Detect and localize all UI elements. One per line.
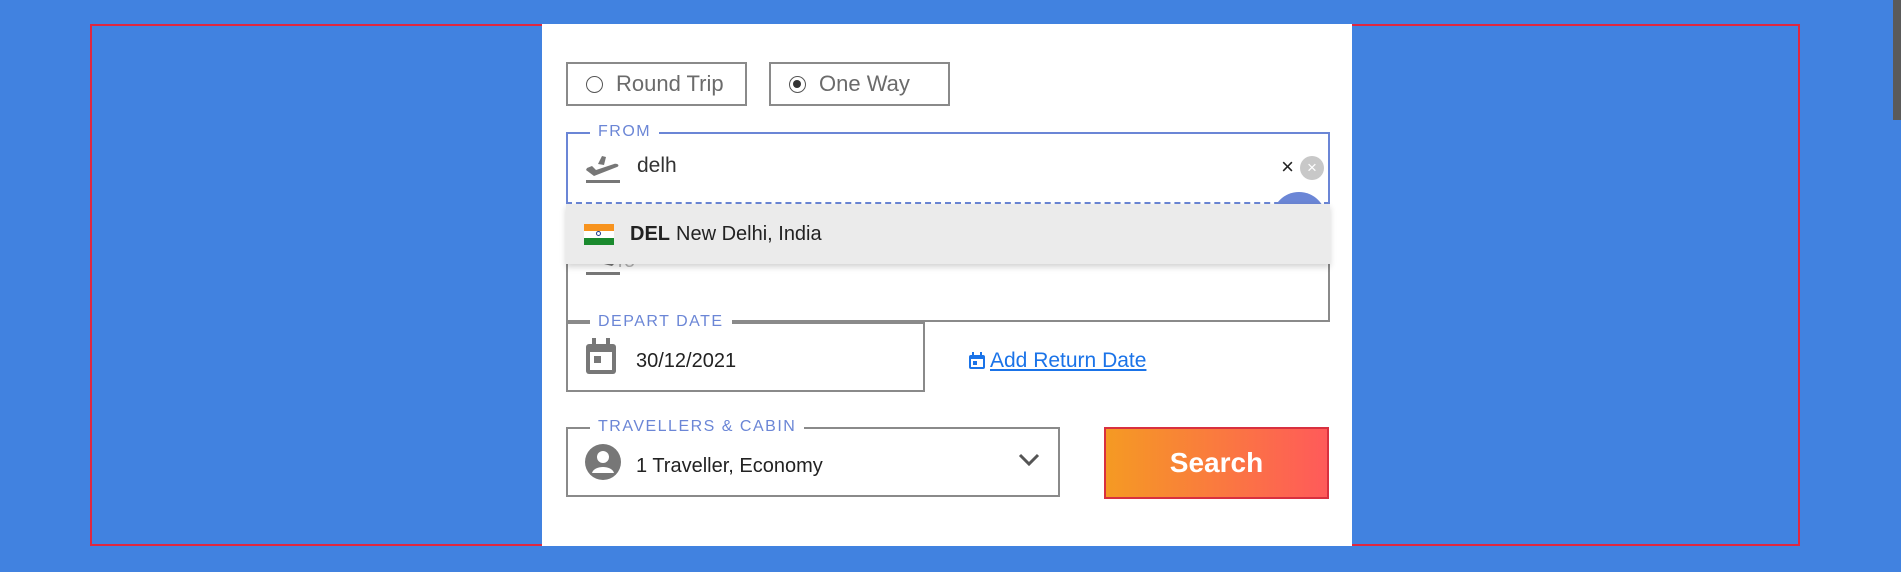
from-field[interactable]: FROM × ×	[566, 123, 1330, 204]
travellers-cabin-label: TRAVELLERS & CABIN	[590, 418, 805, 436]
chevron-down-icon[interactable]	[1018, 453, 1040, 467]
suggestion-code: DEL	[630, 222, 670, 245]
travellers-cabin-field[interactable]: TRAVELLERS & CABIN 1 Traveller, Economy	[566, 418, 1060, 497]
add-return-date-link[interactable]: Add Return Date	[968, 349, 1146, 373]
search-button[interactable]: Search	[1104, 427, 1329, 499]
one-way-radio[interactable]	[789, 75, 806, 93]
travellers-cabin-value: 1 Traveller, Economy	[636, 455, 823, 477]
one-way-label: One Way	[819, 71, 910, 96]
scrollbar[interactable]	[1893, 0, 1901, 120]
depart-date-field[interactable]: DEPART DATE 30/12/2021	[566, 313, 925, 392]
add-return-date-label: Add Return Date	[990, 349, 1147, 372]
calendar-icon	[586, 338, 616, 374]
suggestion-item[interactable]: DEL New Delhi, India	[566, 204, 1330, 264]
round-trip-option[interactable]: Round Trip	[566, 62, 747, 106]
clear-circle-icon[interactable]: ×	[1300, 156, 1324, 180]
suggestion-city: New Delhi, India	[676, 222, 822, 245]
depart-date-label: DEPART DATE	[590, 313, 732, 331]
calendar-small-icon	[969, 352, 985, 369]
india-flag-icon	[584, 223, 614, 245]
one-way-option[interactable]: One Way	[769, 62, 950, 106]
flight-search-card: Round Trip One Way To FROM × × DEL New	[542, 24, 1352, 546]
depart-date-value: 30/12/2021	[636, 350, 737, 372]
clear-icon[interactable]: ×	[1281, 156, 1294, 178]
takeoff-icon	[586, 156, 620, 183]
from-input[interactable]	[637, 154, 1237, 178]
round-trip-radio[interactable]	[586, 75, 603, 93]
from-label: FROM	[590, 123, 660, 141]
round-trip-label: Round Trip	[616, 71, 724, 96]
person-icon	[585, 444, 621, 480]
